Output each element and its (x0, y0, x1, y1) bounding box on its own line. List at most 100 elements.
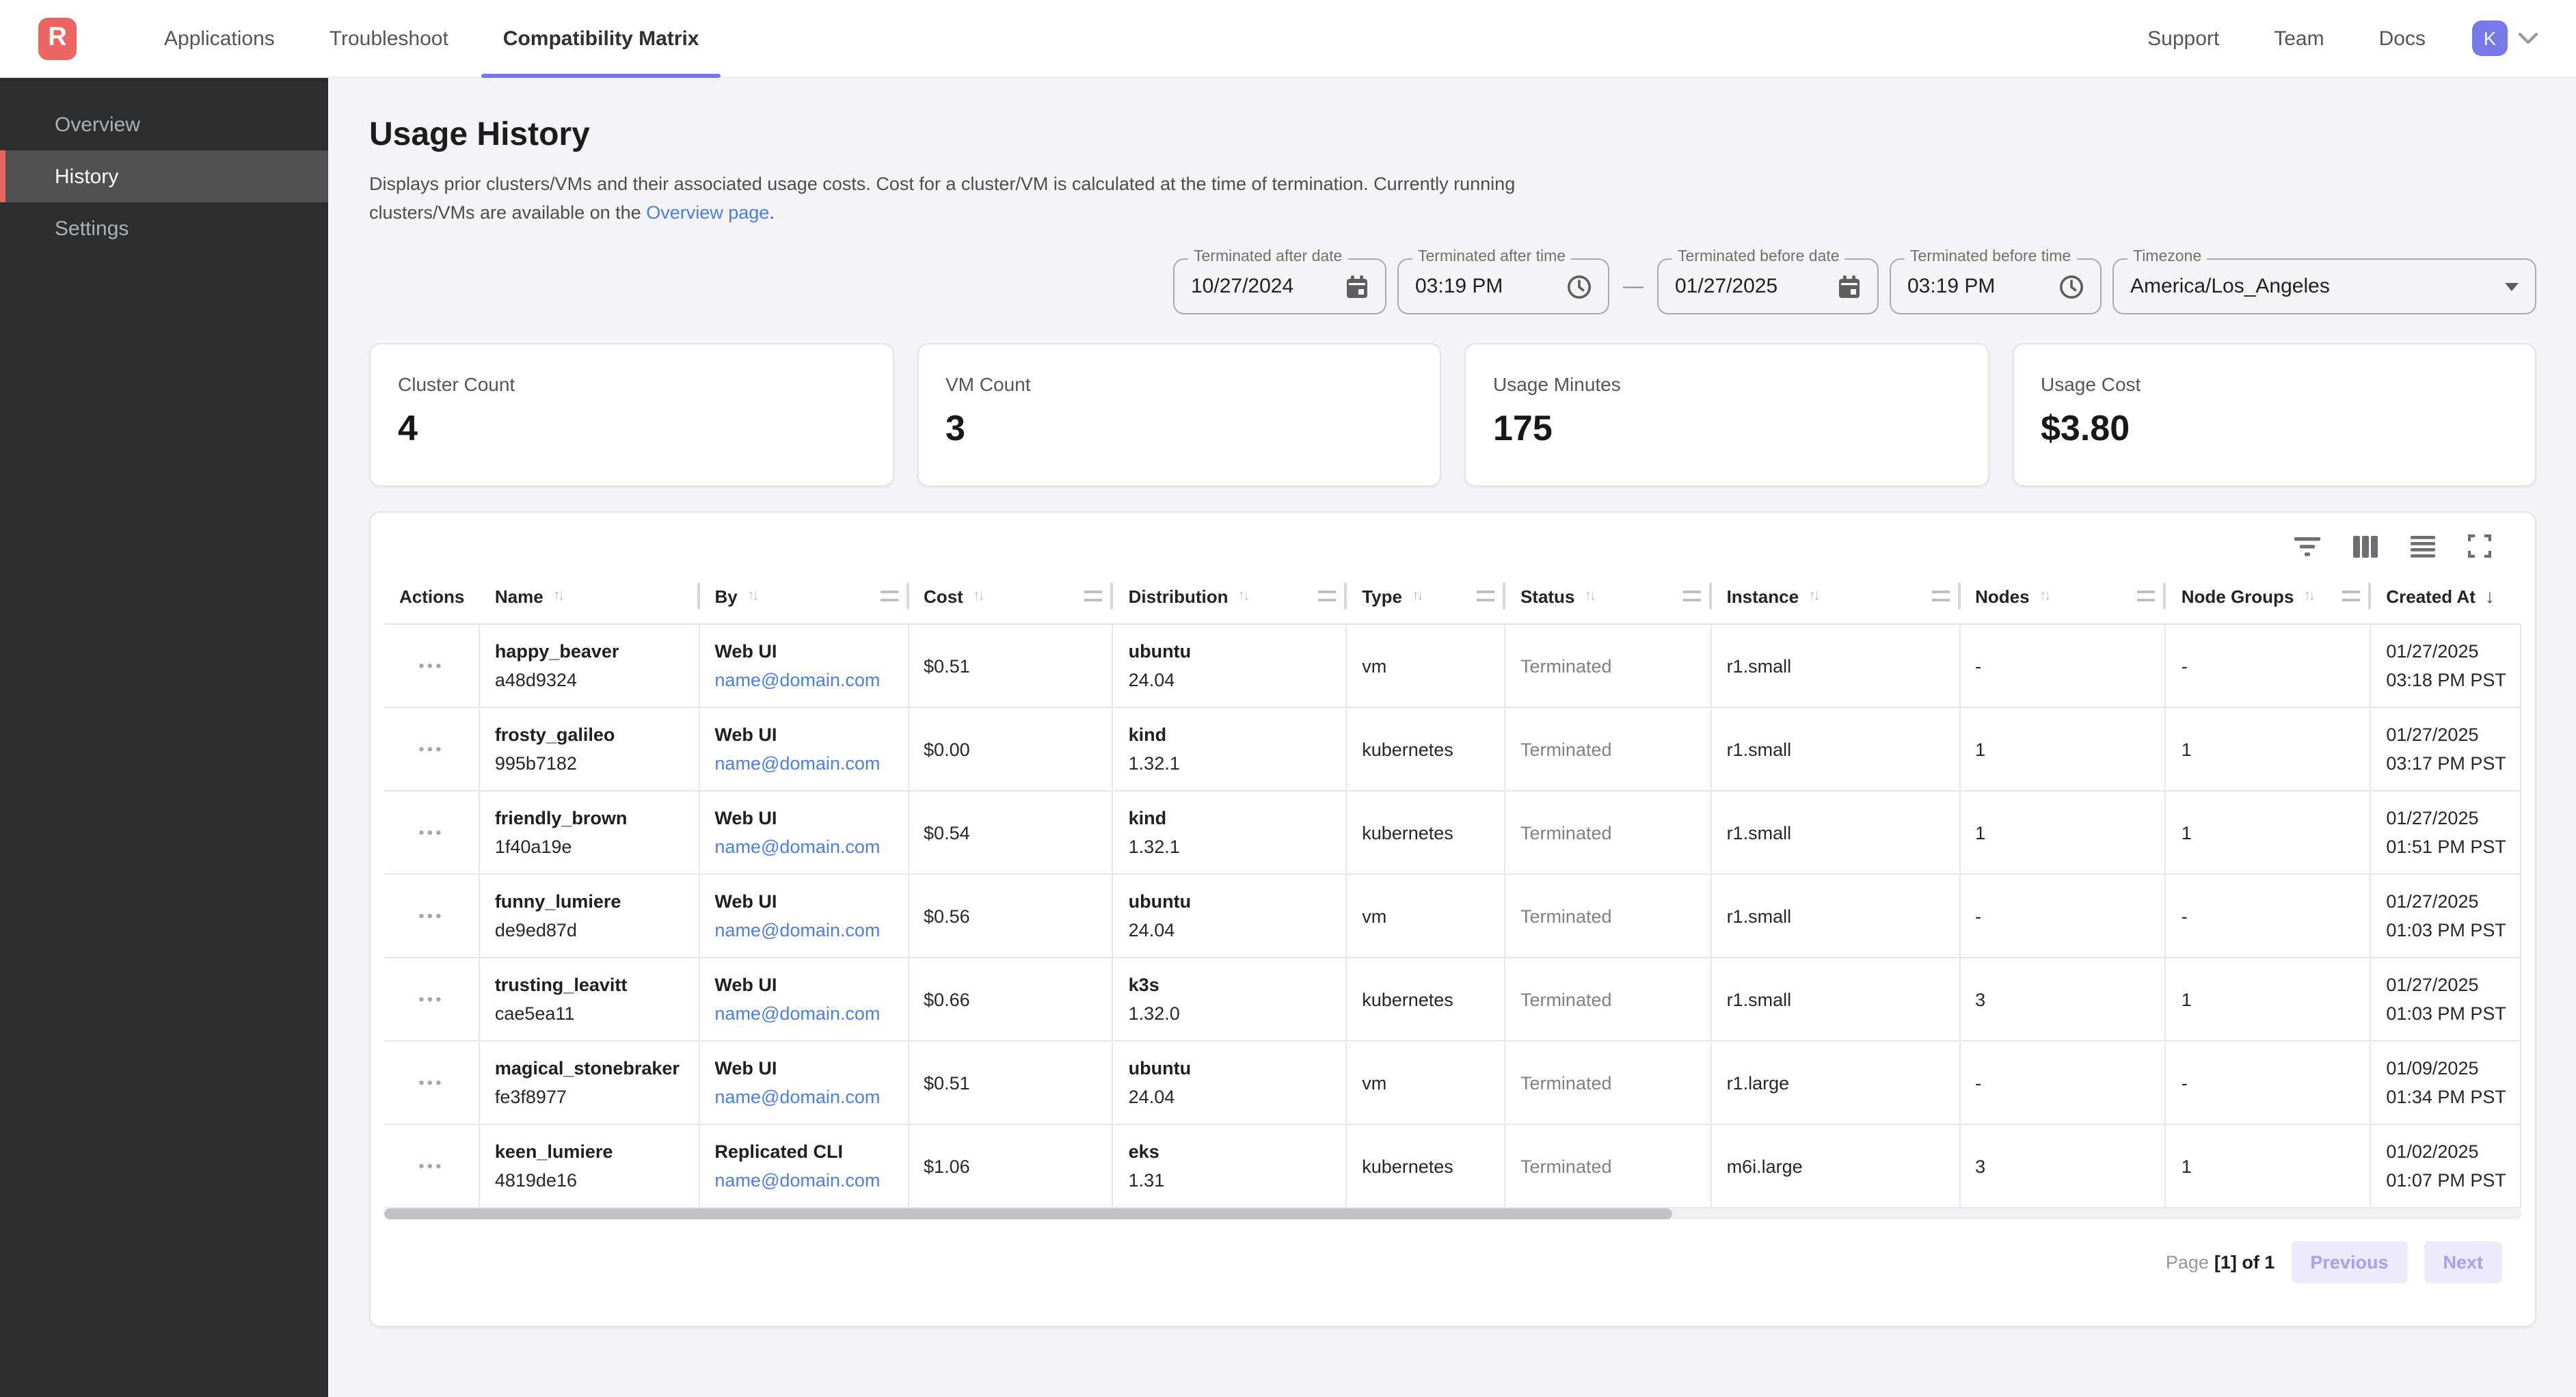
sort-arrows-icon[interactable]: ↑↓ (1584, 588, 1594, 604)
column-header-status[interactable]: Status↑↓ (1505, 569, 1712, 623)
main-content: Usage History Displays prior clusters/VM… (328, 78, 2576, 1397)
row-actions-cell: ••• (384, 1125, 480, 1207)
instance-cell: r1.small (1712, 875, 1961, 957)
overview-page-link[interactable]: Overview page (646, 202, 769, 223)
row-actions-menu-button[interactable]: ••• (418, 744, 444, 755)
node-groups-value: - (2182, 906, 2370, 926)
column-header-node-groups[interactable]: Node Groups↑↓ (2166, 569, 2372, 623)
nav-item-docs[interactable]: Docs (2352, 0, 2453, 77)
column-header-instance[interactable]: Instance↑↓ (1712, 569, 1961, 623)
column-menu-icon[interactable] (1477, 591, 1494, 601)
column-menu-icon[interactable] (1318, 591, 1336, 601)
sidebar-item-history[interactable]: History (0, 150, 328, 202)
column-header-by[interactable]: By↑↓ (699, 569, 909, 623)
density-icon[interactable] (2411, 535, 2435, 557)
column-header-created-at[interactable]: Created At↓ (2371, 569, 2521, 623)
column-menu-icon[interactable] (2342, 591, 2360, 601)
terminated-after-time-field[interactable]: Terminated after time 03:19 PM (1397, 258, 1609, 314)
next-page-button[interactable]: Next (2424, 1240, 2502, 1283)
stat-label: Usage Cost (2041, 373, 2508, 395)
row-actions-menu-button[interactable]: ••• (418, 1161, 444, 1171)
sort-arrows-icon[interactable]: ↑↓ (747, 588, 757, 604)
created-by-email-link[interactable]: name@domain.com (714, 1087, 907, 1107)
nav-item-compatibility-matrix[interactable]: Compatibility Matrix (476, 0, 727, 77)
node-groups-cell: - (2166, 625, 2372, 707)
sort-arrows-icon[interactable]: ↑↓ (1808, 588, 1818, 604)
sort-arrows-icon[interactable]: ↑↓ (553, 588, 563, 604)
node-groups-value: - (2182, 1072, 2370, 1093)
columns-icon[interactable] (2353, 535, 2378, 557)
nodes-value: 1 (1975, 739, 2165, 759)
sort-arrows-icon[interactable]: ↑↓ (973, 588, 982, 604)
scrollbar-thumb[interactable] (384, 1208, 1673, 1219)
column-menu-icon[interactable] (1683, 591, 1701, 601)
distribution-version: 24.04 (1129, 670, 1346, 690)
created-by-email-link[interactable]: name@domain.com (714, 837, 907, 857)
stat-label: Cluster Count (398, 373, 865, 395)
terminated-before-time-field[interactable]: Terminated before time 03:19 PM (1890, 258, 2102, 314)
distribution-cell: eks1.31 (1114, 1125, 1347, 1207)
horizontal-scrollbar[interactable] (384, 1208, 2521, 1219)
previous-page-button[interactable]: Previous (2291, 1240, 2407, 1283)
row-actions-menu-button[interactable]: ••• (418, 1077, 444, 1088)
replicated-logo-icon[interactable]: R (38, 17, 77, 59)
fullscreen-icon[interactable] (2468, 534, 2491, 558)
terminated-after-date-field[interactable]: Terminated after date 10/27/2024 (1173, 258, 1386, 314)
description-line2: clusters/VMs are available on the (369, 202, 646, 223)
table-row: •••friendly_brown1f40a19eWeb UIname@doma… (384, 791, 2521, 875)
nav-item-applications[interactable]: Applications (137, 0, 302, 77)
instance-value: r1.small (1727, 822, 1959, 843)
status-badge: Terminated (1520, 822, 1710, 843)
chevron-down-icon[interactable] (2519, 32, 2538, 44)
created-by-email-link[interactable]: name@domain.com (714, 920, 907, 940)
column-header-distribution[interactable]: Distribution↑↓ (1114, 569, 1347, 623)
row-actions-menu-button[interactable]: ••• (418, 910, 444, 921)
clock-icon[interactable] (1553, 274, 1592, 299)
stat-value: 4 (398, 407, 865, 450)
column-header-type[interactable]: Type↑↓ (1347, 569, 1505, 623)
nav-item-troubleshoot[interactable]: Troubleshoot (302, 0, 476, 77)
sort-arrows-icon[interactable]: ↑↓ (1238, 588, 1248, 604)
column-header-name[interactable]: Name↑↓ (480, 569, 700, 623)
sort-arrows-icon[interactable]: ↑↓ (2303, 588, 2313, 604)
created-by-email-link[interactable]: name@domain.com (714, 753, 907, 774)
created-by-email-link[interactable]: name@domain.com (714, 1003, 907, 1024)
sort-arrows-icon[interactable]: ↑↓ (1412, 588, 1421, 604)
nav-item-support[interactable]: Support (2120, 0, 2246, 77)
stat-label: Usage Minutes (1493, 373, 1960, 395)
column-header-actions[interactable]: Actions (384, 569, 480, 623)
nav-item-team[interactable]: Team (2246, 0, 2351, 77)
calendar-icon[interactable] (1824, 274, 1861, 299)
created-by-source: Web UI (714, 975, 907, 995)
created-by-email-link[interactable]: name@domain.com (714, 670, 907, 690)
cluster-id: de9ed87d (495, 920, 699, 940)
row-actions-menu-button[interactable]: ••• (418, 827, 444, 838)
nodes-value: - (1975, 1072, 2165, 1093)
cost-cell: $0.00 (909, 708, 1114, 790)
type-cell: vm (1347, 875, 1505, 957)
dropdown-arrow-icon[interactable] (2491, 282, 2519, 290)
filter-icon[interactable] (2294, 535, 2320, 557)
column-menu-icon[interactable] (1931, 591, 1949, 601)
status-cell: Terminated (1505, 1042, 1712, 1124)
clock-icon[interactable] (2045, 274, 2084, 299)
sidebar-item-settings[interactable]: Settings (0, 202, 328, 254)
column-menu-icon[interactable] (2138, 591, 2156, 601)
row-actions-menu-button[interactable]: ••• (418, 994, 444, 1005)
user-avatar[interactable]: K (2472, 21, 2508, 56)
sidebar-item-overview[interactable]: Overview (0, 98, 328, 150)
column-header-nodes[interactable]: Nodes↑↓ (1960, 569, 2166, 623)
sort-arrows-icon[interactable]: ↑↓ (2039, 588, 2049, 604)
status-cell: Terminated (1505, 958, 1712, 1040)
column-menu-icon[interactable] (1085, 591, 1103, 601)
created-by-email-link[interactable]: name@domain.com (714, 1170, 907, 1191)
sort-desc-arrow-icon[interactable]: ↓ (2485, 585, 2495, 607)
cluster-name: happy_beaver (495, 641, 699, 662)
cost-cell: $0.66 (909, 958, 1114, 1040)
column-header-cost[interactable]: Cost↑↓ (909, 569, 1114, 623)
terminated-before-date-field[interactable]: Terminated before date 01/27/2025 (1657, 258, 1879, 314)
column-menu-icon[interactable] (880, 591, 898, 601)
row-actions-menu-button[interactable]: ••• (418, 660, 444, 671)
timezone-select[interactable]: Timezone America/Los_Angeles (2112, 258, 2536, 314)
calendar-icon[interactable] (1332, 274, 1369, 299)
